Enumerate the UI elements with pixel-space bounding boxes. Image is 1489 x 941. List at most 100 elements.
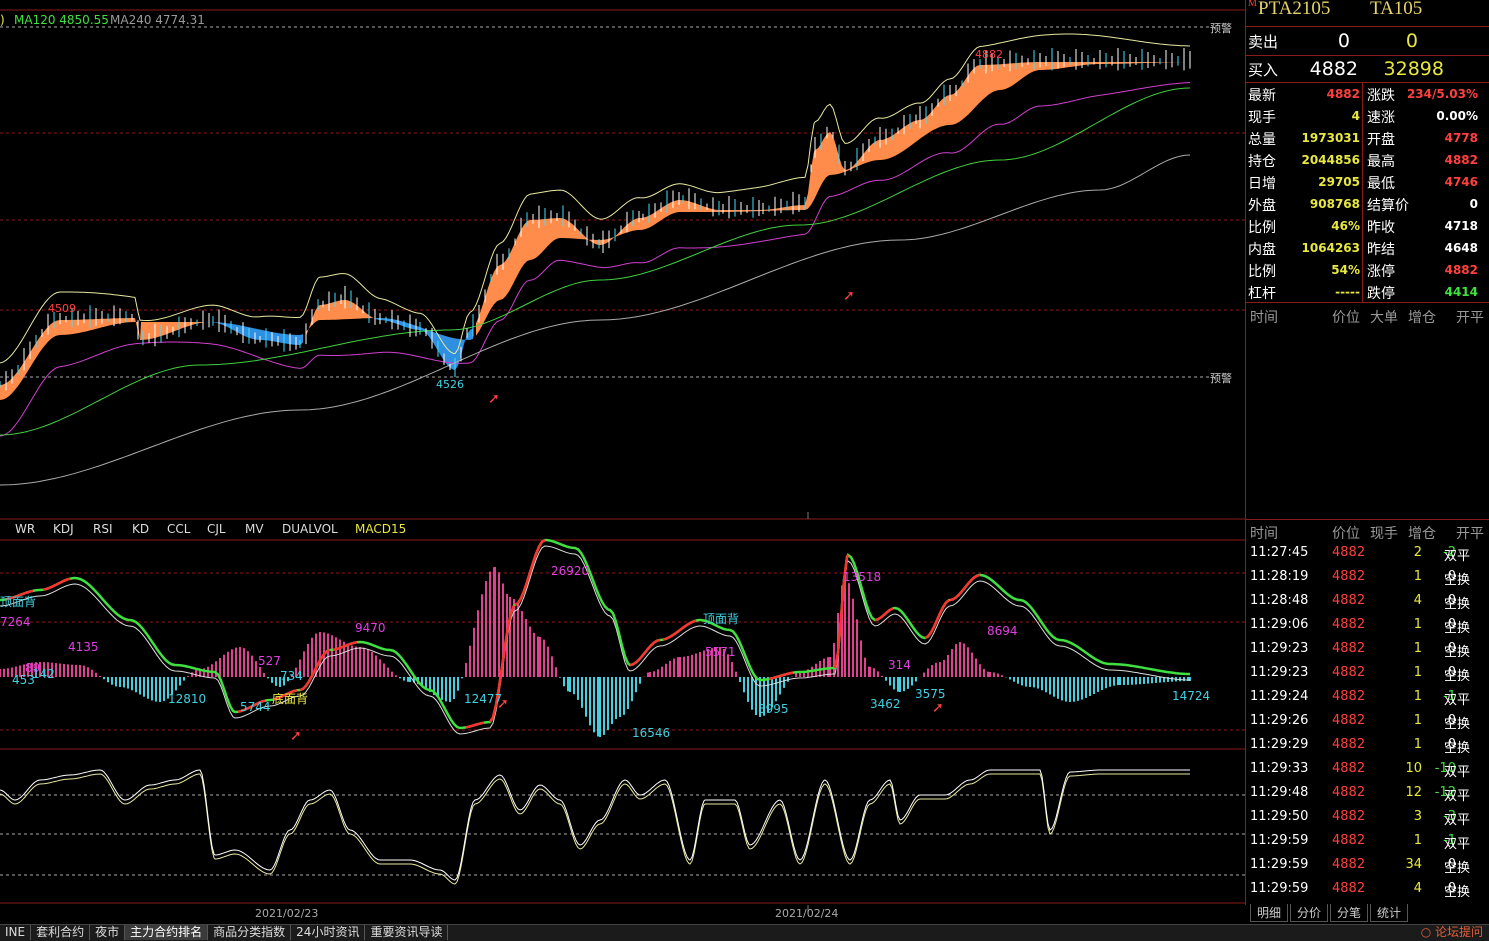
- tick-volume: 1: [1413, 713, 1422, 728]
- dif-up-segment: [471, 723, 476, 728]
- quote-value: 1973031: [1301, 131, 1360, 145]
- tick-row[interactable]: 11:29:23 4882 1 0 空换: [1246, 639, 1489, 661]
- dif-up-segment: [26, 590, 31, 594]
- quote-value: 0.00%: [1436, 109, 1478, 123]
- macd-value-label: 5571: [705, 645, 736, 659]
- dif-up-segment: [353, 640, 358, 645]
- tick-price: 4882: [1332, 809, 1366, 824]
- tab-detail[interactable]: 明细: [1250, 904, 1289, 922]
- dif-up-segment: [674, 630, 679, 635]
- quote-value: -----: [1335, 285, 1360, 299]
- oscillator-signal-line: [0, 773, 1190, 885]
- dif-up-segment: [949, 598, 954, 602]
- tick-row[interactable]: 11:29:50 4882 3 -3 双平: [1246, 807, 1489, 829]
- indicator-tab-kd[interactable]: KD: [132, 522, 149, 536]
- dif-up-segment: [780, 673, 785, 677]
- dif-up-segment: [480, 721, 485, 725]
- quote-label: 速涨: [1367, 110, 1395, 126]
- macd-value-label: 4135: [68, 640, 99, 654]
- indicator-tab-wr[interactable]: WR: [15, 522, 35, 536]
- dif-up-segment: [304, 680, 311, 687]
- quote-value: 29705: [1318, 175, 1360, 189]
- sell-volume: 0: [1405, 30, 1418, 52]
- dif-up-segment: [967, 579, 972, 585]
- tick-row[interactable]: 11:29:59 4882 4 0 空换: [1246, 879, 1489, 901]
- quote-label: 外盘: [1248, 198, 1276, 214]
- tick-row[interactable]: 11:29:24 4882 1 -1 双平: [1246, 687, 1489, 709]
- indicator-tab-rsi[interactable]: RSI: [93, 522, 113, 536]
- tick-time: 11:28:19: [1250, 569, 1309, 584]
- indicator-tab-dualvol[interactable]: DUALVOL: [282, 522, 338, 536]
- alert-label-top: 预警: [1210, 21, 1232, 35]
- tick-time: 11:28:48: [1250, 593, 1309, 608]
- tick-row[interactable]: 11:29:33 4882 10 -10 双平: [1246, 759, 1489, 781]
- tab-price[interactable]: 分价: [1290, 904, 1329, 922]
- tick-row[interactable]: 11:28:19 4882 1 0 空换: [1246, 567, 1489, 589]
- tab-stats[interactable]: 统计: [1370, 904, 1409, 922]
- quote-value: 4882: [1326, 87, 1360, 101]
- tick-volume: 4: [1413, 881, 1422, 896]
- dif-up-segment: [671, 632, 676, 637]
- ma120-label: MA120 4850.55: [14, 13, 109, 27]
- dif-up-segment: [938, 606, 945, 614]
- dif-up-segment: [514, 602, 519, 607]
- tick-row[interactable]: 11:29:26 4882 1 0 空换: [1246, 711, 1489, 733]
- quote-flag: M: [1248, 0, 1257, 9]
- tick-price: 4882: [1332, 713, 1366, 728]
- tick-row[interactable]: 11:29:59 4882 1 -1 双平: [1246, 831, 1489, 853]
- nav-24h-news[interactable]: 24小时资讯: [291, 925, 366, 940]
- tick-time: 11:29:26: [1250, 713, 1309, 728]
- tab-trades[interactable]: 分笔: [1330, 904, 1369, 922]
- dif-up-segment: [326, 648, 331, 653]
- dif-up-segment: [665, 636, 670, 640]
- dif-up-segment: [341, 644, 346, 649]
- tick-price: 4882: [1332, 665, 1366, 680]
- dif-up-segment: [468, 724, 473, 728]
- tick-volume: 3: [1413, 809, 1422, 824]
- kline-chart-area[interactable]: 预警预警) MA120 4850.55 MA240 4774.31488245094…: [0, 0, 1245, 924]
- quote-row: 比例 46% 昨收 4718: [1246, 215, 1489, 237]
- quote-value: 908768: [1309, 197, 1360, 211]
- dif-up-segment: [653, 639, 658, 644]
- dif-up-segment: [924, 635, 929, 640]
- dif-up-segment: [845, 554, 850, 558]
- nav-commodity-index[interactable]: 商品分类指数: [208, 925, 292, 940]
- tick-row[interactable]: 11:29:59 4882 34 0 空换: [1246, 855, 1489, 877]
- nav-arbitrage[interactable]: 套利合约: [31, 925, 91, 940]
- tick-row[interactable]: 11:29:29 4882 1 0 空换: [1246, 735, 1489, 757]
- quote-row: 内盘 1064263 昨结 4648: [1246, 237, 1489, 259]
- nav-main-rank[interactable]: 主力合约排名: [125, 925, 209, 940]
- macd-value-label: 14724: [1172, 689, 1210, 703]
- tick-time: 11:29:48: [1250, 785, 1309, 800]
- quote-row: 日增 29705 最低 4746: [1246, 171, 1489, 193]
- tick-row[interactable]: 11:28:48 4882 4 0 空换: [1246, 591, 1489, 613]
- uptrend-band: [476, 62, 1190, 336]
- dif-up-segment: [488, 716, 495, 723]
- forum-link[interactable]: ○ 论坛提问: [1421, 924, 1483, 940]
- indicator-tab-mv[interactable]: MV: [245, 522, 264, 536]
- dif-up-segment: [883, 611, 888, 616]
- quote-label: 涨停: [1367, 264, 1395, 280]
- indicator-tab-cjl[interactable]: CJL: [207, 522, 226, 536]
- tick-row[interactable]: 11:27:45 4882 2 -2 双平: [1246, 543, 1489, 565]
- macd-value-label: 3575: [915, 687, 946, 701]
- tick-row[interactable]: 11:29:48 4882 12 -12 双平: [1246, 783, 1489, 805]
- tick-header: 时间 价位 现手 增仓 开平: [1246, 521, 1489, 543]
- nav-night[interactable]: 夜市: [90, 925, 126, 940]
- tick-time: 11:29:06: [1250, 617, 1309, 632]
- tick-row[interactable]: 11:29:06 4882 1 0 空换: [1246, 615, 1489, 637]
- quote-panel: M PTA2105 TA105 卖出 0 0 买入 4882 32898 最新 4…: [1245, 0, 1489, 905]
- nav-ine[interactable]: INE: [0, 925, 32, 940]
- quote-value: 1064263: [1301, 241, 1360, 255]
- nav-important-news[interactable]: 重要资讯导读: [365, 925, 449, 940]
- indicator-tab-kdj[interactable]: KDJ: [53, 522, 74, 536]
- big-header-time: 时间: [1250, 310, 1278, 326]
- dif-up-segment: [926, 631, 933, 638]
- big-header-price: 价位: [1332, 310, 1360, 326]
- tick-header-vol: 现手: [1370, 526, 1398, 542]
- indicator-tab-macd15[interactable]: MACD15: [355, 522, 406, 536]
- tick-header-oc: 开平: [1456, 526, 1484, 542]
- indicator-tab-ccl[interactable]: CCL: [167, 522, 191, 536]
- tick-row[interactable]: 11:29:23 4882 1 0 空换: [1246, 663, 1489, 685]
- bottom-nav: INE 套利合约 夜市 主力合约排名 商品分类指数 24小时资讯 重要资讯导读: [0, 924, 1489, 941]
